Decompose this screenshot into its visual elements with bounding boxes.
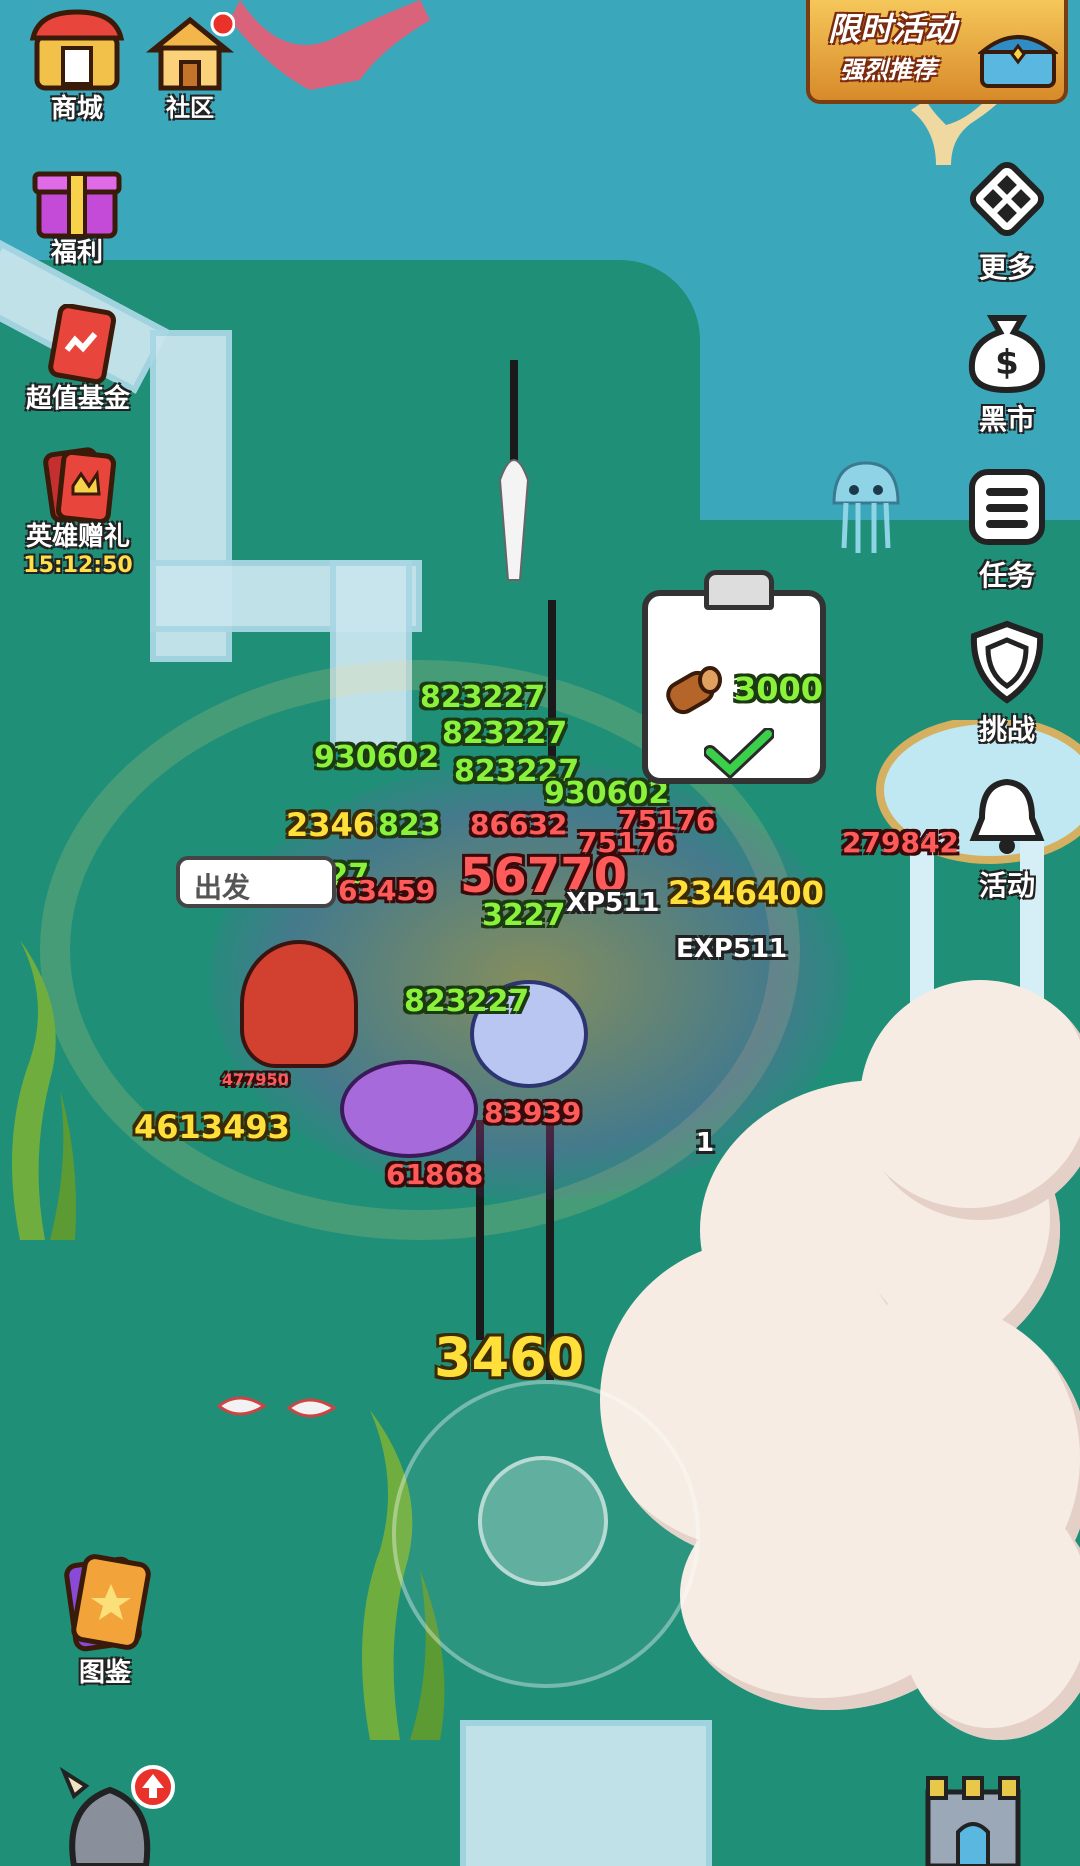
damage-number: 823227	[442, 716, 568, 751]
damage-number: 3227	[482, 898, 566, 933]
activity-button[interactable]: 活动	[952, 774, 1062, 904]
hero-gift-label: 英雄赠礼	[25, 522, 130, 552]
damage-number: 823227	[420, 680, 546, 715]
chat-bubble: 出发	[176, 856, 336, 908]
upgrade-arrow-icon	[131, 1765, 175, 1809]
hero-upgrade-button[interactable]	[54, 1765, 175, 1866]
treasure-chest-icon	[978, 35, 1058, 88]
task-label: 任务	[978, 559, 1035, 592]
community-label: 社区	[166, 94, 214, 122]
damage-number: 823227	[404, 984, 530, 1019]
money-bag-icon: $	[968, 315, 1046, 394]
more-button[interactable]: 更多	[952, 156, 1062, 286]
task-button[interactable]: 任务	[952, 464, 1062, 594]
hero-gift-timer: 15:12:50	[23, 553, 133, 578]
black-market-button[interactable]: $ 黑市	[952, 308, 1062, 438]
damage-number: 63459	[338, 874, 436, 907]
more-label: 更多	[978, 251, 1035, 284]
coral-decoration	[230, 0, 430, 90]
community-house-icon	[145, 11, 236, 91]
exp-number: EXP511	[676, 934, 788, 964]
fish-enemy	[216, 1396, 337, 1418]
damage-number: 86632	[470, 808, 568, 841]
black-market-label: 黑市	[978, 403, 1035, 436]
quest-count: 3000	[734, 670, 824, 708]
limited-event-banner[interactable]: 限时活动 强烈推荐	[806, 0, 1068, 104]
damage-number: 61868	[386, 1158, 484, 1191]
damage-number: 477950	[222, 1070, 289, 1089]
event-subtitle: 强烈推荐	[840, 56, 936, 84]
quest-card[interactable]: 3000	[642, 570, 826, 784]
more-grid-icon	[969, 161, 1045, 237]
path-segment	[460, 1720, 712, 1866]
collection-label: 图鉴	[78, 1658, 131, 1688]
bell-icon	[969, 778, 1045, 854]
hero-character	[340, 1060, 478, 1158]
hero-gift-button[interactable]: 英雄赠礼 15:12:50	[8, 446, 148, 578]
damage-number: 4613493	[134, 1108, 290, 1146]
welfare-button[interactable]: 福利	[22, 154, 132, 269]
damage-number: 2346400	[668, 874, 824, 912]
jellyfish-enemy	[832, 461, 900, 553]
damage-number: 2346	[286, 806, 376, 844]
challenge-label: 挑战	[978, 713, 1035, 746]
fund-card-icon	[48, 303, 117, 385]
castle-button[interactable]	[918, 1772, 1028, 1866]
fund-label: 超值基金	[25, 384, 130, 414]
collection-card-icon	[64, 1554, 151, 1652]
svg-text:$: $	[995, 343, 1019, 383]
game-scene[interactable]: 823227 823227 930602 823227 930602 2346 …	[0, 0, 1080, 1866]
damage-number: 279842	[842, 826, 959, 859]
shop-icon	[29, 9, 125, 91]
activity-label: 活动	[978, 869, 1035, 902]
exp-number: XP511	[566, 888, 660, 918]
projectile-spear	[498, 360, 530, 581]
event-title: 限时活动	[828, 10, 957, 48]
damage-number: 3460	[434, 1326, 585, 1389]
damage-number: 1	[696, 1128, 715, 1158]
hero-gift-icon	[43, 447, 117, 525]
damage-number: 823	[378, 808, 441, 843]
hero-character	[240, 940, 358, 1068]
damage-number: 930602	[314, 740, 440, 775]
shop-button[interactable]: 商城	[22, 8, 132, 125]
gift-icon	[32, 171, 122, 239]
joystick-knob[interactable]	[478, 1456, 608, 1586]
damage-number: 83939	[484, 1096, 582, 1129]
wood-log-icon	[666, 666, 722, 715]
collection-button[interactable]: 图鉴	[50, 1554, 160, 1689]
clipboard-clip-icon	[704, 570, 774, 610]
task-list-icon	[969, 469, 1045, 545]
challenge-button[interactable]: 挑战	[952, 618, 1062, 748]
fund-button[interactable]: 超值基金	[8, 303, 148, 415]
community-button[interactable]: 社区	[140, 11, 240, 123]
check-icon	[704, 728, 774, 778]
seaweed-decoration	[12, 940, 76, 1240]
shield-icon	[970, 620, 1044, 704]
